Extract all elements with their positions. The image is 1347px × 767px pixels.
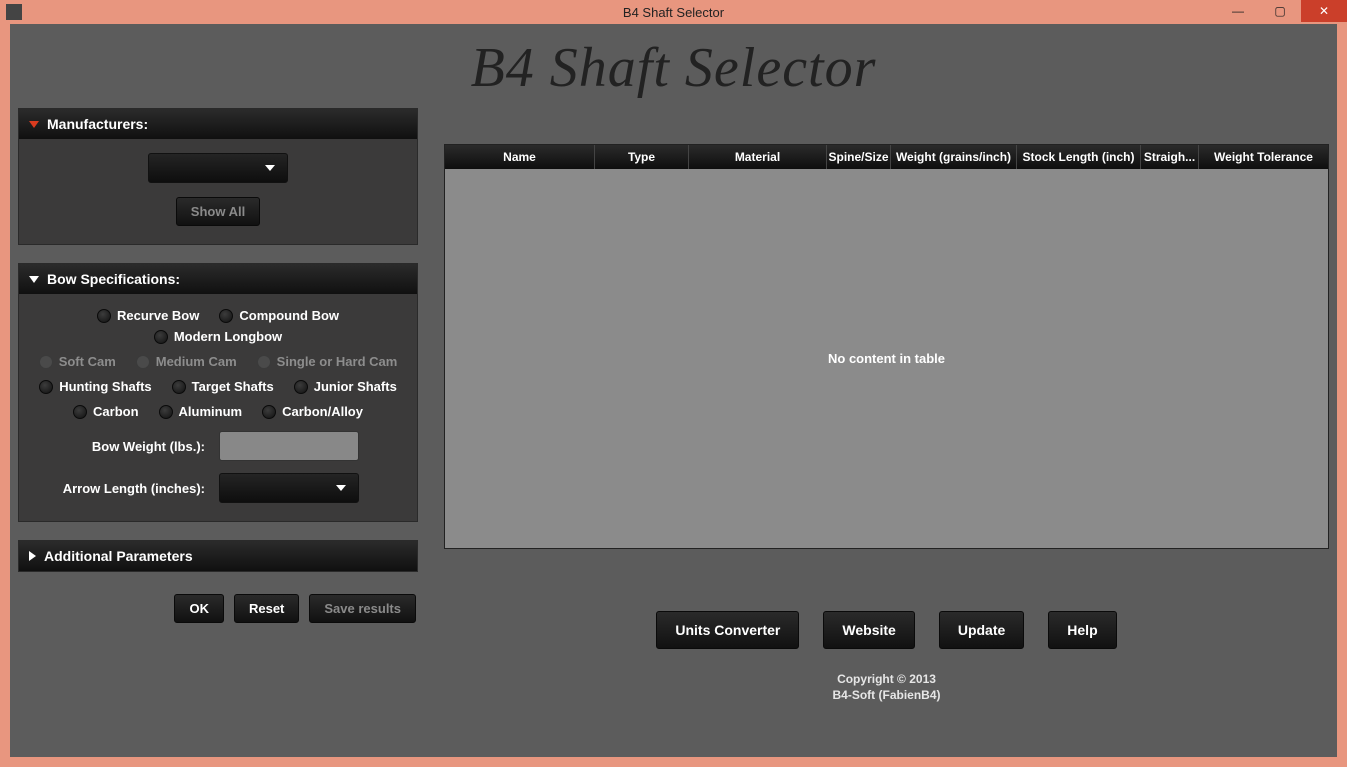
manufacturers-header[interactable]: Manufacturers: xyxy=(19,109,417,139)
col-weight-tolerance[interactable]: Weight Tolerance xyxy=(1199,145,1328,169)
bow-spec-title: Bow Specifications: xyxy=(47,271,180,287)
radio-carbon[interactable]: Carbon xyxy=(73,404,139,419)
radio-icon xyxy=(294,380,308,394)
help-button[interactable]: Help xyxy=(1048,611,1116,649)
col-weight[interactable]: Weight (grains/inch) xyxy=(891,145,1017,169)
radio-medium-cam: Medium Cam xyxy=(136,354,237,369)
radio-modern-longbow[interactable]: Modern Longbow xyxy=(154,329,282,344)
manufacturers-panel: Manufacturers: Show All xyxy=(18,108,418,245)
radio-icon xyxy=(97,309,111,323)
window-title: B4 Shaft Selector xyxy=(623,5,724,20)
col-straightness[interactable]: Straigh... xyxy=(1141,145,1199,169)
action-buttons: OK Reset Save results xyxy=(18,594,418,623)
radio-recurve[interactable]: Recurve Bow xyxy=(97,308,199,323)
manufacturer-select[interactable] xyxy=(148,153,288,183)
material-group: Carbon Aluminum Carbon/Alloy xyxy=(35,404,401,419)
reset-button[interactable]: Reset xyxy=(234,594,299,623)
col-spine[interactable]: Spine/Size xyxy=(827,145,891,169)
window-controls: — ▢ ✕ xyxy=(1217,0,1347,22)
additional-title: Additional Parameters xyxy=(44,548,193,564)
chevron-down-icon xyxy=(29,276,39,283)
app-icon xyxy=(6,4,22,20)
copyright: Copyright © 2013 B4-Soft (FabienB4) xyxy=(444,671,1329,703)
ok-button[interactable]: OK xyxy=(174,594,224,623)
col-type[interactable]: Type xyxy=(595,145,689,169)
shaft-type-group: Hunting Shafts Target Shafts Junior Shaf… xyxy=(35,379,401,394)
title-bar: B4 Shaft Selector — ▢ ✕ xyxy=(0,0,1347,24)
copyright-line1: Copyright © 2013 xyxy=(444,671,1329,687)
bow-weight-label: Bow Weight (lbs.): xyxy=(35,439,205,454)
table-empty-message: No content in table xyxy=(828,351,945,366)
close-button[interactable]: ✕ xyxy=(1301,0,1347,22)
bow-spec-panel: Bow Specifications: Recurve Bow Compound… xyxy=(18,263,418,522)
save-results-button[interactable]: Save results xyxy=(309,594,416,623)
radio-icon xyxy=(154,330,168,344)
radio-icon xyxy=(136,355,150,369)
manufacturers-title: Manufacturers: xyxy=(47,116,148,132)
bow-type-group: Recurve Bow Compound Bow Modern Longbow xyxy=(35,308,401,344)
update-button[interactable]: Update xyxy=(939,611,1024,649)
app-body: B4 Shaft Selector Manufacturers: Show Al… xyxy=(10,24,1337,757)
radio-icon xyxy=(257,355,271,369)
chevron-down-icon xyxy=(29,121,39,128)
radio-hunting[interactable]: Hunting Shafts xyxy=(39,379,151,394)
footer-buttons: Units Converter Website Update Help xyxy=(444,611,1329,649)
maximize-button[interactable]: ▢ xyxy=(1259,0,1301,22)
radio-carbon-alloy[interactable]: Carbon/Alloy xyxy=(262,404,363,419)
show-all-button[interactable]: Show All xyxy=(176,197,260,226)
chevron-right-icon xyxy=(29,551,36,561)
units-converter-button[interactable]: Units Converter xyxy=(656,611,799,649)
radio-soft-cam: Soft Cam xyxy=(39,354,116,369)
caret-down-icon xyxy=(336,485,346,491)
arrow-length-label: Arrow Length (inches): xyxy=(35,481,205,496)
col-material[interactable]: Material xyxy=(689,145,827,169)
copyright-line2: B4-Soft (FabienB4) xyxy=(444,687,1329,703)
radio-icon xyxy=(172,380,186,394)
table-body: No content in table xyxy=(445,169,1328,548)
additional-panel: Additional Parameters xyxy=(18,540,418,572)
bow-spec-header[interactable]: Bow Specifications: xyxy=(19,264,417,294)
radio-icon xyxy=(219,309,233,323)
table-header-row: Name Type Material Spine/Size Weight (gr… xyxy=(445,145,1328,169)
radio-hard-cam: Single or Hard Cam xyxy=(257,354,398,369)
radio-icon xyxy=(73,405,87,419)
caret-down-icon xyxy=(265,165,275,171)
bow-weight-input[interactable] xyxy=(219,431,359,461)
radio-aluminum[interactable]: Aluminum xyxy=(159,404,243,419)
radio-compound[interactable]: Compound Bow xyxy=(219,308,339,323)
minimize-button[interactable]: — xyxy=(1217,0,1259,22)
app-title: B4 Shaft Selector xyxy=(18,36,1329,100)
website-button[interactable]: Website xyxy=(823,611,914,649)
cam-group: Soft Cam Medium Cam Single or Hard Cam xyxy=(35,354,401,369)
radio-icon xyxy=(39,380,53,394)
radio-junior[interactable]: Junior Shafts xyxy=(294,379,397,394)
arrow-length-select[interactable] xyxy=(219,473,359,503)
radio-icon xyxy=(39,355,53,369)
additional-header[interactable]: Additional Parameters xyxy=(19,541,417,571)
results-table: Name Type Material Spine/Size Weight (gr… xyxy=(444,144,1329,549)
radio-icon xyxy=(262,405,276,419)
radio-target[interactable]: Target Shafts xyxy=(172,379,274,394)
col-stock-length[interactable]: Stock Length (inch) xyxy=(1017,145,1141,169)
col-name[interactable]: Name xyxy=(445,145,595,169)
radio-icon xyxy=(159,405,173,419)
